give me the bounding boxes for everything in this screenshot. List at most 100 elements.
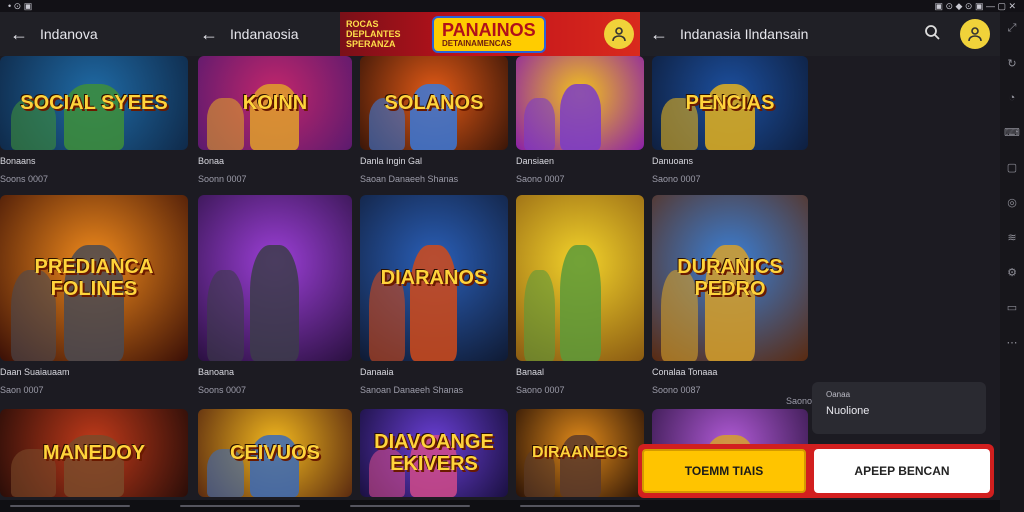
game-subtitle: Soonn 0007 xyxy=(198,174,247,184)
game-thumbnail[interactable]: SOLANOS xyxy=(360,56,508,150)
game-thumbnail[interactable] xyxy=(516,56,644,150)
game-title: Dansiaen xyxy=(516,156,555,166)
game-logo-text: PENCIAS xyxy=(685,92,775,114)
game-card[interactable]: Banaal Saono 0007 xyxy=(516,195,644,395)
status-left: • ⊙ ▣ xyxy=(8,0,33,11)
character-figure xyxy=(250,245,299,361)
info-card[interactable]: Oanaa Nuolione xyxy=(812,382,986,434)
game-card[interactable]: Banoana Soons 0007 xyxy=(198,195,352,395)
game-thumbnail[interactable]: PENCIAS xyxy=(652,56,808,150)
game-card[interactable]: SOCIAL SYEES Bonaans Soons 0007 xyxy=(0,56,188,184)
game-thumbnail[interactable]: CEIVUOS xyxy=(198,409,352,497)
window-controls[interactable]: ▣ ⊙ ◆ ⊙ ▣ — ▢ ✕ xyxy=(934,1,1016,12)
info-card-line2: Nuolione xyxy=(826,405,870,417)
game-card[interactable]: SOLANOS Danla Ingin Gal Saoan Danaeeh Shan… xyxy=(360,56,508,184)
game-card[interactable]: DURANICS PEDRO Conalaa Tonaaa Soono 0087 xyxy=(652,195,808,395)
refresh-icon[interactable]: ↻ xyxy=(1007,57,1016,70)
back-arrow-icon[interactable]: ← xyxy=(650,24,668,45)
taskbar-handle[interactable] xyxy=(10,505,130,507)
game-card[interactable]: PREDIANCA FOLINES Daan Suaiauaam Saon 0007 xyxy=(0,195,188,395)
game-thumbnail[interactable] xyxy=(516,195,644,361)
game-logo-text: DIRAANEOS xyxy=(531,444,628,461)
game-subtitle: Soons 0007 xyxy=(198,385,247,395)
game-card[interactable]: DIRAANEOS xyxy=(516,409,644,497)
game-card[interactable]: MANEDOY xyxy=(0,409,188,497)
panel-1-header: ← Indanova xyxy=(0,12,190,56)
avatar[interactable] xyxy=(604,19,634,49)
game-logo-text: DIARANOS xyxy=(380,267,488,289)
action-bar: TOEMM TIAIS APEEP BENCAN xyxy=(638,444,994,498)
taskbar xyxy=(0,500,1000,512)
taskbar-handle[interactable] xyxy=(520,505,640,507)
game-thumbnail[interactable]: DIARANOS xyxy=(360,195,508,361)
game-subtitle: Saono 0007 xyxy=(516,174,565,184)
more-icon[interactable]: ⋯ xyxy=(1007,336,1018,349)
character-figure xyxy=(560,84,601,150)
game-title: Danuoans xyxy=(652,156,694,166)
primary-action-button[interactable]: TOEMM TIAIS xyxy=(642,449,806,493)
game-logo-text: DIAVOANGE EKIVERS xyxy=(374,431,494,475)
character-figure xyxy=(207,270,244,361)
system-status-bar: • ⊙ ▣ ▣ ⊙ ◆ ⊙ ▣ — ▢ ✕ xyxy=(0,0,1024,12)
back-arrow-icon[interactable]: ← xyxy=(200,24,218,45)
game-subtitle: Saon 0007 xyxy=(0,385,44,395)
character-figure xyxy=(524,98,555,150)
user-icon xyxy=(968,27,982,42)
game-card[interactable]: PENCIAS Danuoans Saono 0007 xyxy=(652,56,808,184)
game-subtitle: Saoan Danaeeh Shanas xyxy=(360,174,459,184)
panel-3-title: Indanasia Ilndansain xyxy=(680,26,809,42)
location-icon[interactable]: ◎ xyxy=(1007,196,1017,209)
game-card[interactable]: KOINN Bonaa Soonn 0007 xyxy=(198,56,352,184)
secondary-action-button[interactable]: APEEP BENCAN xyxy=(814,449,990,493)
game-thumbnail[interactable]: MANEDOY xyxy=(0,409,188,497)
panel-3-header: ← Indanasia Ilndansain xyxy=(640,12,1000,56)
game-card[interactable]: DIAVOANGE EKIVERS xyxy=(360,409,508,497)
game-card[interactable]: CEIVUOS xyxy=(198,409,352,497)
game-thumbnail[interactable]: DIRAANEOS xyxy=(516,409,644,497)
game-thumbnail[interactable] xyxy=(198,195,352,361)
game-logo-text: MANEDOY xyxy=(42,442,146,464)
game-thumbnail[interactable]: DIAVOANGE EKIVERS xyxy=(360,409,508,497)
right-toolbar: ⤢ ↻ ◔ ⌨ ▢ ◎ ≋ ⚙ ▭ ⋯ xyxy=(1000,12,1024,512)
game-subtitle: Soons 0007 xyxy=(0,174,49,184)
game-thumbnail[interactable]: DURANICS PEDRO xyxy=(652,195,808,361)
game-grid: SOCIAL SYEES Bonaans Soons 0007 KOINN Bonaa S… xyxy=(0,56,810,500)
back-arrow-icon[interactable]: ← xyxy=(10,24,28,45)
promo-banner[interactable]: ROCAS DEPLANTES SPERANZA PANAINOS DETAIN… xyxy=(340,12,640,56)
game-thumbnail[interactable]: KOINN xyxy=(198,56,352,150)
game-logo-text: SOLANOS xyxy=(384,92,484,114)
search-icon[interactable] xyxy=(924,24,940,45)
volume-icon[interactable]: ◔ xyxy=(1009,92,1016,104)
banner-logo-subtext: DETAINAMENCAS xyxy=(442,38,512,48)
folder-icon[interactable]: ▭ xyxy=(1007,301,1017,314)
info-card-line1: Oanaa xyxy=(826,390,851,399)
game-title: Banoana xyxy=(198,367,235,377)
expand-icon[interactable]: ⤢ xyxy=(1008,22,1017,35)
banner-logo: PANAINOS DETAINAMENCAS xyxy=(432,15,546,53)
panel-2-header: ← Indanaosia xyxy=(190,12,340,56)
taskbar-handle[interactable] xyxy=(180,505,300,507)
game-title: Conalaa Tonaaa xyxy=(652,367,718,377)
settings-icon[interactable]: ⚙ xyxy=(1007,266,1017,279)
game-card[interactable]: Dansiaen Saono 0007 xyxy=(516,56,644,184)
game-thumbnail[interactable]: SOCIAL SYEES xyxy=(0,56,188,150)
game-subtitle: Sanoan Danaeeh Shanas xyxy=(360,385,464,395)
game-subtitle: Soono 0087 xyxy=(652,385,701,395)
game-logo-text: KOINN xyxy=(242,92,308,114)
character-figure xyxy=(560,245,601,361)
avatar[interactable] xyxy=(960,19,990,49)
screenshot-icon[interactable]: ▢ xyxy=(1007,161,1017,174)
user-icon xyxy=(612,27,626,42)
game-title: Banaal xyxy=(516,367,545,377)
game-logo-text: PREDIANCA FOLINES xyxy=(34,256,154,300)
taskbar-handle[interactable] xyxy=(350,505,470,507)
game-thumbnail[interactable]: PREDIANCA FOLINES xyxy=(0,195,188,361)
keyboard-icon[interactable]: ⌨ xyxy=(1004,126,1020,139)
shake-icon[interactable]: ≋ xyxy=(1007,231,1016,244)
game-logo-text: DURANICS PEDRO xyxy=(677,256,783,300)
game-card[interactable]: DIARANOS Danaaia Sanoan Danaeeh Shanas xyxy=(360,195,508,395)
game-subtitle: Saono 0007 xyxy=(652,174,701,184)
panel-1-title: Indanova xyxy=(40,26,98,42)
banner-logo-text: PANAINOS xyxy=(442,19,536,40)
banner-small-text: ROCAS DEPLANTES SPERANZA xyxy=(346,19,401,49)
